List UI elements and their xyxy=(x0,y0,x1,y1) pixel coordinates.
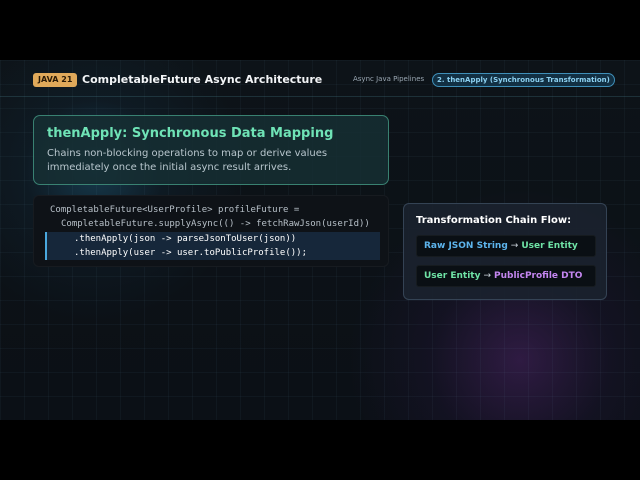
breadcrumb: Async Java Pipelines xyxy=(353,75,425,83)
slide: JAVA 21 CompletableFuture Async Architec… xyxy=(0,60,640,420)
flow-step-target: User Entity xyxy=(521,241,578,251)
flow-step-source: Raw JSON String xyxy=(424,241,508,251)
code-block: CompletableFuture<UserProfile> profileFu… xyxy=(33,195,389,267)
letterbox-top xyxy=(0,0,640,60)
letterbox-bottom xyxy=(0,420,640,480)
slide-title: CompletableFuture Async Architecture xyxy=(82,73,323,86)
arrow-right-icon: → xyxy=(510,241,519,251)
concept-card: thenApply: Synchronous Data Mapping Chai… xyxy=(33,115,389,185)
java-version-badge: JAVA 21 xyxy=(33,73,78,87)
transformation-flow-panel: Transformation Chain Flow: Raw JSON Stri… xyxy=(403,203,607,300)
code-line: CompletableFuture<UserProfile> profileFu… xyxy=(50,205,300,215)
code-line: CompletableFuture.supplyAsync(() -> fetc… xyxy=(61,219,370,229)
slide-header: JAVA 21 CompletableFuture Async Architec… xyxy=(0,60,640,97)
code-line-highlighted: .thenApply(user -> user.toPublicProfile(… xyxy=(45,246,380,260)
concept-card-description: Chains non-blocking operations to map or… xyxy=(47,148,328,173)
flow-step-source: User Entity xyxy=(424,271,481,281)
code-line-highlighted: .thenApply(json -> parseJsonToUser(json)… xyxy=(45,232,380,246)
flow-step-target: PublicProfile DTO xyxy=(494,271,583,281)
flow-panel-title: Transformation Chain Flow: xyxy=(416,215,572,226)
active-step-pill: 2. thenApply (Synchronous Transformation… xyxy=(432,73,615,87)
arrow-right-icon: → xyxy=(483,271,491,281)
flow-step-raw-json-to-user-entity: Raw JSON String → User Entity xyxy=(416,235,596,257)
flow-step-user-entity-to-public-profile: User Entity → PublicProfile DTO xyxy=(416,265,596,287)
concept-card-title: thenApply: Synchronous Data Mapping xyxy=(47,126,334,141)
